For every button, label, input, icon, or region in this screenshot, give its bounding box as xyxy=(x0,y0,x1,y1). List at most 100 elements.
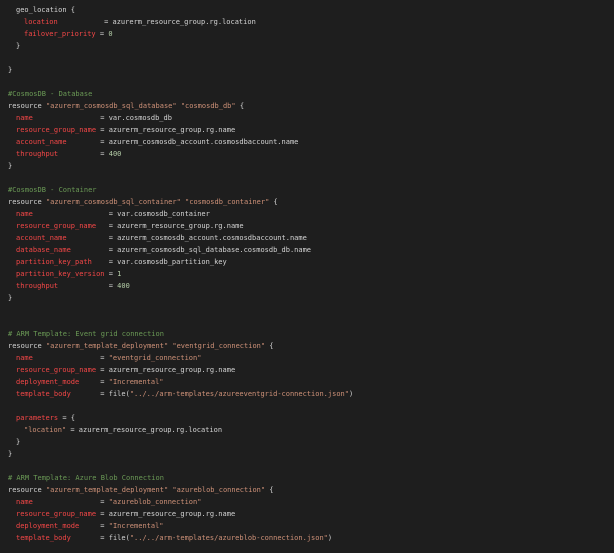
code-token-string: "cosmosdb_container" xyxy=(185,198,270,206)
code-token-string: "azurerm_template_deployment" xyxy=(45,342,169,350)
code-token-string: "azureblob_connection" xyxy=(172,486,266,494)
code-token-plain: } xyxy=(16,42,21,50)
code-token-attr: throughput xyxy=(16,150,59,158)
code-token-string: "eventgrid_connection" xyxy=(108,354,202,362)
code-token-attr: template_body xyxy=(16,390,71,398)
code-token-plain: = { xyxy=(58,414,76,422)
code-token-comment: #CosmosDB - Container xyxy=(8,186,97,194)
code-line: resource_group_name = azurerm_resource_g… xyxy=(8,364,614,376)
code-token-plain: = xyxy=(104,270,118,278)
code-line: } xyxy=(8,436,614,448)
code-token-plain: = azurerm_resource_group.rg.location xyxy=(57,18,256,26)
code-token-plain: } xyxy=(8,450,13,458)
code-token-plain: ) xyxy=(348,390,354,398)
code-line: } xyxy=(8,292,614,304)
code-token-plain: resource xyxy=(8,342,46,350)
code-line: geo_location { xyxy=(8,4,614,16)
code-line: throughput = 400 xyxy=(8,280,614,292)
code-token-plain: = xyxy=(32,354,109,362)
code-line: resource_group_name = azurerm_resource_g… xyxy=(8,124,614,136)
code-token-plain: } xyxy=(8,162,13,170)
code-token-plain: = azurerm_resource_group.rg.location xyxy=(66,426,223,434)
code-token-string: "../../arm-templates/azureeventgrid-conn… xyxy=(129,390,349,398)
code-token-attr: name xyxy=(16,114,33,122)
code-token-plain: = xyxy=(58,150,109,158)
code-token-number: 400 xyxy=(108,150,122,158)
code-line: deployment_mode = "Incremental" xyxy=(8,520,614,532)
code-token-plain: = azurerm_resource_group.rg.name xyxy=(96,366,236,374)
code-token-attr: partition_key_path xyxy=(16,258,92,266)
code-token-plain: resource xyxy=(8,102,46,110)
code-token-number: 1 xyxy=(117,270,122,278)
code-token-attr: name xyxy=(16,498,33,506)
code-token-attr: resource_group_name xyxy=(16,222,97,230)
code-line: template_body = file("../../arm-template… xyxy=(8,388,614,400)
code-line: # ARM Template: Event grid connection xyxy=(8,328,614,340)
code-line: deployment_mode = "Incremental" xyxy=(8,376,614,388)
code-token-attr: resource_group_name xyxy=(16,510,97,518)
code-line: #CosmosDB - Database xyxy=(8,88,614,100)
code-line: resource_group_name = azurerm_resource_g… xyxy=(8,508,614,520)
code-token-comment: # ARM Template: Azure Blob Connection xyxy=(8,474,164,482)
code-token-plain: } xyxy=(8,66,13,74)
code-token-string: "Incremental" xyxy=(108,378,164,386)
code-token-string: "location" xyxy=(24,426,67,434)
code-line: name = "eventgrid_connection" xyxy=(8,352,614,364)
code-token-number: 0 xyxy=(108,30,113,38)
code-line: template_body = file("../../arm-template… xyxy=(8,532,614,544)
code-line: location = azurerm_resource_group.rg.loc… xyxy=(8,16,614,28)
code-token-plain: = azurerm_resource_group.rg.name xyxy=(96,222,244,230)
code-line: resource "azurerm_template_deployment" "… xyxy=(8,484,614,496)
code-line: #CosmosDB - Container xyxy=(8,184,614,196)
code-token-plain: geo_location { xyxy=(16,6,76,14)
code-token-attr: failover_priority xyxy=(24,30,96,38)
code-token-plain: { xyxy=(269,198,278,206)
code-token-attr: name xyxy=(16,210,33,218)
code-token-plain: } xyxy=(16,438,21,446)
code-token-plain: resource xyxy=(8,486,46,494)
code-line: } xyxy=(8,160,614,172)
code-token-plain: = azurerm_cosmosdb_account.cosmosdbaccou… xyxy=(66,138,299,146)
code-line: # ARM Template: Azure Blob Connection xyxy=(8,472,614,484)
code-token-plain: = var.cosmosdb_db xyxy=(32,114,172,122)
code-token-string: "eventgrid_connection" xyxy=(172,342,266,350)
code-token-attr: resource_group_name xyxy=(16,366,97,374)
code-token-string: "azurerm_cosmosdb_sql_database" xyxy=(45,102,177,110)
code-line: throughput = 400 xyxy=(8,148,614,160)
code-line: parameters = { xyxy=(8,412,614,424)
code-line: } xyxy=(8,64,614,76)
code-editor[interactable]: geo_location { location = azurerm_resourc… xyxy=(0,0,614,544)
code-token-plain: { xyxy=(235,102,245,110)
code-token-plain: = file( xyxy=(70,390,130,398)
code-line: } xyxy=(8,40,614,52)
code-line: name = var.cosmosdb_db xyxy=(8,112,614,124)
code-token-plain: = xyxy=(32,498,109,506)
code-token-plain: = azurerm_resource_group.rg.name xyxy=(96,126,236,134)
code-token-string: "azureblob_connection" xyxy=(108,498,202,506)
code-token-attr: template_body xyxy=(16,534,71,542)
code-line: name = var.cosmosdb_container xyxy=(8,208,614,220)
code-token-comment: # ARM Template: Event grid connection xyxy=(8,330,164,338)
code-token-plain: = var.cosmosdb_container xyxy=(32,210,210,218)
code-token-plain: = azurerm_cosmosdb_sql_database.cosmosdb… xyxy=(70,246,312,254)
code-token-attr: parameters xyxy=(16,414,59,422)
code-token-number: 400 xyxy=(117,282,130,290)
code-token-attr: deployment_mode xyxy=(16,378,80,386)
code-token-plain: = xyxy=(79,522,109,530)
code-token-attr: account_name xyxy=(16,234,67,242)
code-line: resource "azurerm_cosmosdb_sql_container… xyxy=(8,196,614,208)
code-token-plain: { xyxy=(265,342,274,350)
code-token-attr: partition_key_version xyxy=(16,270,105,278)
code-token-plain: = azurerm_cosmosdb_account.cosmosdbaccou… xyxy=(66,234,307,242)
code-token-attr: database_name xyxy=(16,246,71,254)
code-token-attr: account_name xyxy=(16,138,67,146)
code-token-plain: resource xyxy=(8,198,46,206)
code-token-string: "cosmosdb_db" xyxy=(180,102,236,110)
code-line: name = "azureblob_connection" xyxy=(8,496,614,508)
code-token-string: "azurerm_cosmosdb_sql_container" xyxy=(45,198,181,206)
